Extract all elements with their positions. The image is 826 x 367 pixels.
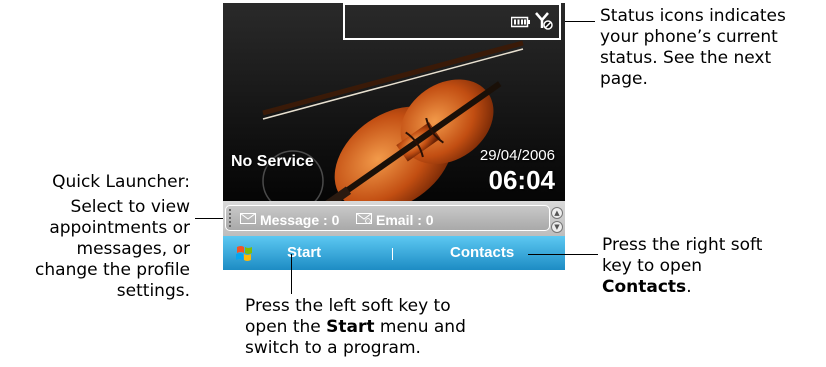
grip-icon bbox=[229, 209, 236, 227]
network-status-text: No Service bbox=[231, 153, 314, 170]
quick-launcher-callout-line bbox=[195, 218, 223, 219]
right-softkey-callout-line bbox=[528, 254, 598, 255]
left-softkey-callout-prefix: open the bbox=[245, 317, 327, 337]
right-softkey-callout-bold: Contacts bbox=[602, 277, 687, 297]
left-softkey-callout-suffix: menu and bbox=[374, 317, 466, 337]
left-softkey-callout-line3: switch to a program. bbox=[245, 338, 421, 358]
softkey-bar: Start Contacts bbox=[223, 236, 565, 270]
status-callout-line4: page. bbox=[600, 69, 648, 89]
left-softkey-callout: Press the left soft key to open the Star… bbox=[245, 296, 466, 359]
quick-launcher-callout-line1: Select to view bbox=[70, 197, 190, 217]
left-softkey-callout-bold: Start bbox=[326, 317, 375, 337]
right-softkey-callout: Press the right soft key to open Contact… bbox=[602, 235, 762, 298]
quick-launcher-callout-line5: settings. bbox=[116, 281, 190, 301]
date-display: 29/04/2006 bbox=[479, 147, 555, 164]
softkey-contacts[interactable]: Contacts bbox=[450, 244, 514, 261]
status-callout: Status icons indicates your phone’s curr… bbox=[600, 6, 786, 90]
status-callout-line3: status. See the next bbox=[600, 48, 772, 68]
status-callout-line1: Status icons indicates bbox=[600, 6, 786, 26]
no-signal-icon bbox=[535, 12, 553, 30]
softkey-divider bbox=[392, 248, 393, 260]
status-bar bbox=[343, 3, 561, 40]
scroll-up-icon[interactable]: ▲ bbox=[551, 207, 563, 219]
quick-launcher-field[interactable]: Message : 0 Email : 0 bbox=[225, 205, 550, 231]
quick-launcher-callout-title: Quick Launcher: bbox=[52, 172, 190, 192]
softkey-start[interactable]: Start bbox=[287, 244, 321, 261]
quick-launcher-callout-line3: messages, or bbox=[76, 239, 190, 259]
status-callout-line bbox=[565, 21, 595, 22]
quick-launcher[interactable]: Message : 0 Email : 0 ▲ ▼ bbox=[223, 201, 565, 236]
quick-launcher-callout-line2: appointments or bbox=[49, 218, 190, 238]
time-display: 06:04 bbox=[488, 165, 556, 195]
battery-icon bbox=[511, 16, 530, 28]
windows-logo-icon bbox=[236, 246, 252, 261]
left-softkey-callout-line1: Press the left soft key to bbox=[245, 296, 451, 316]
quick-launcher-callout: Quick Launcher: Select to view appointme… bbox=[35, 172, 190, 302]
quick-launcher-callout-line4: change the profile bbox=[35, 260, 190, 280]
right-softkey-callout-suffix: . bbox=[686, 277, 692, 297]
phone-screen: No Service 29/04/2006 06:04 Message : 0 … bbox=[223, 3, 565, 270]
status-callout-line2: your phone’s current bbox=[600, 27, 778, 47]
scroll-down-icon[interactable]: ▼ bbox=[551, 221, 563, 233]
message-count: Message : 0 bbox=[260, 212, 340, 228]
right-softkey-callout-line1: Press the right soft bbox=[602, 235, 763, 255]
left-softkey-callout-line bbox=[291, 254, 292, 294]
email-count: Email : 0 bbox=[376, 212, 434, 228]
email-icon bbox=[356, 213, 372, 224]
message-icon bbox=[240, 213, 256, 224]
right-softkey-callout-line2: key to open bbox=[602, 256, 703, 276]
